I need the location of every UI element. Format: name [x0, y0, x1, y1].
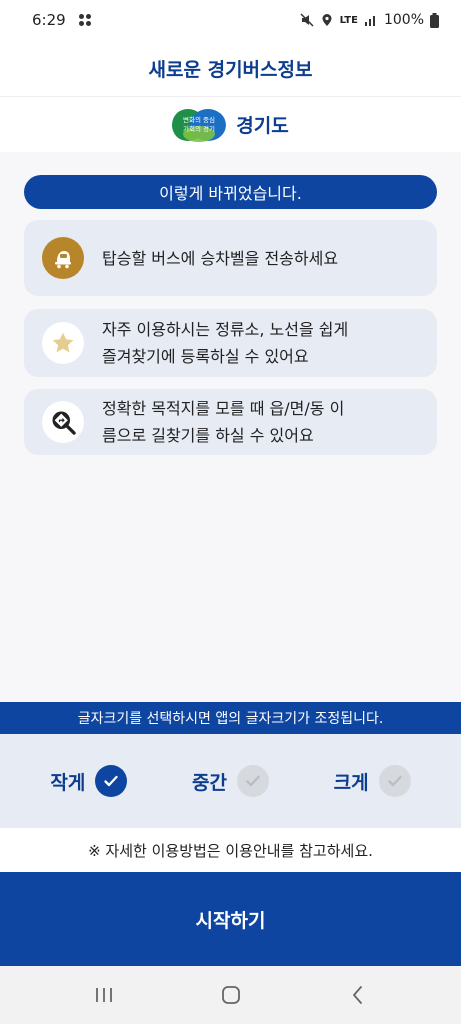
app-title: 새로운 경기버스정보 — [148, 58, 313, 81]
font-size-label: 중간 — [192, 771, 227, 794]
gyeonggi-logo-icon: 변화의 중심 기회의 경기 — [172, 108, 227, 142]
battery-icon — [430, 12, 439, 28]
recent-apps-icon[interactable] — [84, 975, 124, 1015]
feature-text: 탑승할 버스에 승차벨을 전송하세요 — [102, 248, 339, 268]
feature-card-directions: 정확한 목적지를 모를 때 읍/면/동 이 름으로 길찾기를 하실 수 있어요 — [24, 389, 437, 455]
font-size-selector: 작게 중간 크게 — [0, 734, 461, 828]
logo-mark-line1: 변화의 중심 — [183, 115, 215, 124]
content-area: 이렇게 바뀌었습니다. 탑승할 버스에 승차벨을 전송하세요 자주 이용하시는 … — [0, 152, 461, 704]
logo-bar: 변화의 중심 기회의 경기 경기도 — [0, 96, 461, 152]
feature-card-favorites: 자주 이용하시는 정류소, 노선을 쉽게 즐겨찾기에 등록하실 수 있어요 — [24, 309, 437, 377]
font-size-notice: 글자크기를 선택하시면 앱의 글자크기가 조정됩니다. — [0, 702, 461, 734]
system-nav-bar — [0, 966, 461, 1024]
status-left: 6:29 — [32, 11, 92, 29]
home-icon[interactable] — [211, 975, 251, 1015]
check-circle-icon[interactable] — [378, 765, 411, 797]
bell-bus-icon — [42, 237, 84, 279]
logo-text: 경기도 — [236, 115, 289, 137]
font-size-large-option[interactable]: 크게 — [334, 765, 411, 797]
font-size-label: 크게 — [333, 771, 369, 794]
directions-search-icon — [42, 401, 84, 443]
mute-icon — [300, 13, 314, 27]
feature-text: 정확한 목적지를 모를 때 읍/면/동 이 름으로 길찾기를 하실 수 있어요 — [102, 399, 345, 445]
back-icon[interactable] — [338, 975, 378, 1015]
status-bar: 6:29 LTE 100% — [0, 0, 461, 40]
app-header: 새로운 경기버스정보 — [0, 40, 461, 96]
check-circle-icon[interactable] — [95, 765, 128, 797]
check-circle-icon[interactable] — [236, 765, 269, 797]
battery-percent: 100% — [383, 12, 424, 28]
font-size-small-option[interactable]: 작게 — [50, 765, 128, 797]
location-icon — [322, 14, 332, 26]
logo-mark-line2: 기회의 경기 — [183, 124, 215, 133]
app-grid-icon — [78, 14, 91, 26]
status-right: LTE 100% — [300, 12, 439, 28]
start-button[interactable]: 시작하기 — [0, 872, 461, 966]
network-type: LTE — [339, 14, 358, 26]
changes-banner: 이렇게 바뀌었습니다. — [24, 175, 437, 209]
feature-text: 자주 이용하시는 정류소, 노선을 쉽게 즐겨찾기에 등록하실 수 있어요 — [102, 320, 349, 366]
feature-card-bus-bell: 탑승할 버스에 승차벨을 전송하세요 — [24, 220, 437, 296]
usage-guide-note: ※ 자세한 이용방법은 이용안내를 참고하세요. — [0, 828, 461, 872]
font-size-medium-option[interactable]: 중간 — [192, 765, 269, 797]
status-time: 6:29 — [32, 11, 66, 29]
font-size-label: 작게 — [50, 771, 86, 794]
signal-icon — [364, 16, 375, 26]
star-icon — [42, 322, 84, 364]
